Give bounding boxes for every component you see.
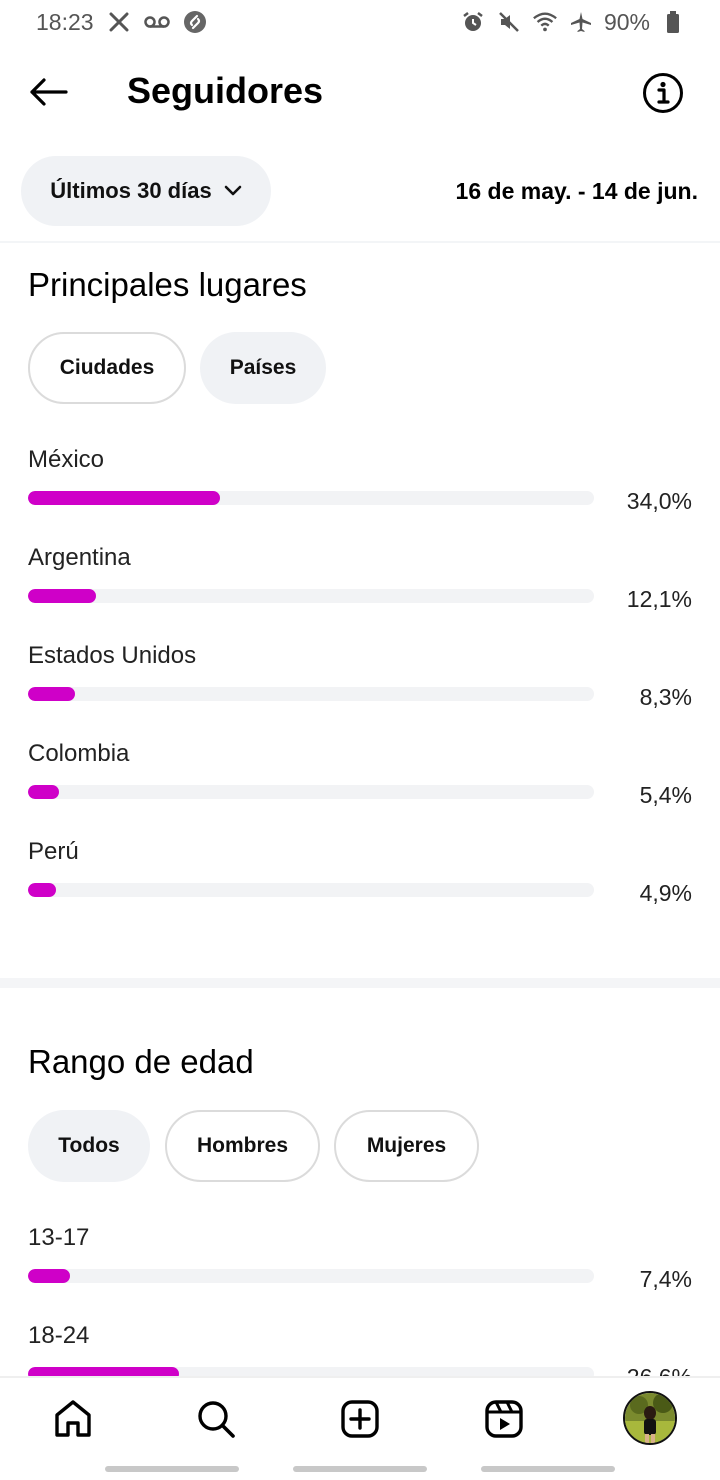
percentage-value: 5,4%: [639, 782, 692, 808]
gesture-bar: [481, 1466, 615, 1472]
percentage-value: 12,1%: [626, 586, 692, 612]
progress-fill: [28, 589, 97, 603]
nav-reels[interactable]: [479, 1394, 529, 1444]
battery-icon: [660, 9, 686, 35]
nav-search[interactable]: [191, 1394, 241, 1444]
period-label: Últimos 30 días: [50, 178, 212, 203]
section-title-age: Rango de edad: [28, 1043, 254, 1080]
list-item: Argentina 12,1%: [0, 544, 720, 634]
location-label: Estados Unidos: [28, 642, 197, 669]
location-label: Colombia: [28, 740, 130, 767]
nav-create[interactable]: [335, 1394, 385, 1444]
home-icon: [55, 1400, 91, 1437]
list-item: México 34,0%: [0, 446, 720, 536]
progress-track: [28, 1269, 594, 1283]
chevron-down-icon: [224, 185, 241, 196]
profile-avatar[interactable]: [623, 1391, 677, 1445]
percentage-value: 8,3%: [639, 684, 692, 710]
x-logo-icon: [106, 9, 132, 35]
bottom-nav: [0, 1376, 720, 1480]
shazam-icon: [182, 9, 208, 35]
tab-todos[interactable]: Todos: [28, 1110, 150, 1182]
mute-icon: [496, 9, 522, 35]
status-left: 18:23: [36, 9, 208, 36]
search-icon: [198, 1401, 235, 1438]
progress-fill: [28, 491, 221, 505]
page-title: Seguidores: [127, 70, 324, 111]
create-post-icon: [341, 1400, 379, 1438]
tab-mujeres[interactable]: Mujeres: [334, 1110, 479, 1182]
progress-fill: [28, 687, 75, 701]
alarm-icon: [460, 9, 486, 35]
nav-home[interactable]: [48, 1394, 98, 1444]
location-label: Argentina: [28, 544, 131, 571]
age-range-label: 13-17: [28, 1224, 90, 1251]
progress-fill: [28, 1269, 70, 1283]
progress-track: [28, 687, 594, 701]
progress-fill: [28, 883, 56, 897]
progress-track: [28, 785, 594, 799]
tab-paises[interactable]: Países: [200, 332, 326, 404]
section-divider: [0, 978, 720, 988]
location-label: México: [28, 446, 105, 473]
tab-hombres[interactable]: Hombres: [165, 1110, 320, 1182]
percentage-value: 4,9%: [639, 880, 692, 906]
gesture-bar: [293, 1466, 427, 1472]
list-item: 13-17 7,4%: [0, 1224, 720, 1314]
status-right: 90%: [460, 9, 686, 36]
list-item: Colombia 5,4%: [0, 740, 720, 830]
back-button[interactable]: [26, 74, 70, 110]
tab-ciudades[interactable]: Ciudades: [28, 332, 186, 404]
wifi-icon: [532, 9, 558, 35]
percentage-value: 7,4%: [639, 1266, 692, 1292]
info-icon: [643, 73, 683, 113]
date-range: 16 de may. - 14 de jun.: [455, 178, 698, 204]
percentage-value: 34,0%: [626, 488, 692, 514]
progress-track: [28, 491, 594, 505]
section-title-locations: Principales lugares: [28, 266, 307, 303]
info-button[interactable]: [642, 72, 684, 114]
progress-fill: [28, 785, 59, 799]
progress-track: [28, 589, 594, 603]
voicemail-icon: [143, 9, 170, 35]
divider: [0, 241, 720, 243]
filter-row: Últimos 30 días 16 de may. - 14 de jun.: [0, 156, 720, 226]
period-dropdown[interactable]: Últimos 30 días: [21, 156, 271, 226]
header: Seguidores: [0, 56, 720, 128]
arrow-left-icon: [30, 78, 68, 106]
gesture-bar: [105, 1466, 239, 1472]
status-time: 18:23: [36, 8, 94, 35]
airplane-icon: [568, 9, 594, 35]
age-range-label: 18-24: [28, 1322, 90, 1349]
progress-track: [28, 883, 594, 897]
list-item: Perú 4,9%: [0, 838, 720, 928]
reels-icon: [485, 1400, 523, 1438]
list-item: Estados Unidos 8,3%: [0, 642, 720, 732]
location-label: Perú: [28, 838, 79, 865]
battery-percent: 90%: [603, 8, 650, 35]
status-bar: 18:23 90%: [0, 0, 720, 44]
